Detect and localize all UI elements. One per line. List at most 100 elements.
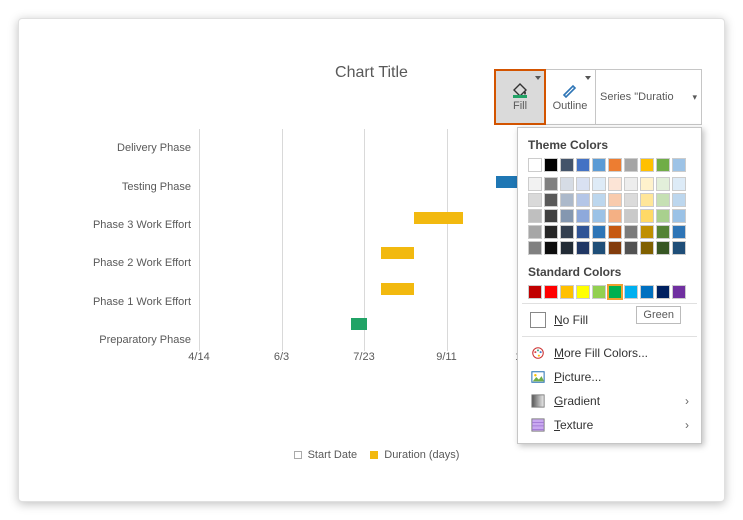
legend-swatch bbox=[370, 451, 378, 459]
fill-label: Fill bbox=[513, 100, 527, 112]
color-swatch[interactable] bbox=[624, 158, 638, 172]
color-swatch[interactable] bbox=[544, 158, 558, 172]
color-swatch[interactable] bbox=[560, 241, 574, 255]
color-swatch[interactable] bbox=[640, 177, 654, 191]
bar-phase1[interactable] bbox=[381, 283, 414, 295]
color-swatch[interactable] bbox=[544, 285, 558, 299]
color-swatch[interactable] bbox=[640, 158, 654, 172]
color-swatch[interactable] bbox=[672, 177, 686, 191]
legend-swatch bbox=[294, 451, 302, 459]
color-swatch[interactable] bbox=[528, 241, 542, 255]
color-swatch[interactable] bbox=[528, 193, 542, 207]
bar-phase3[interactable] bbox=[414, 212, 464, 224]
y-label: Phase 3 Work Effort bbox=[79, 219, 199, 231]
color-swatch[interactable] bbox=[624, 209, 638, 223]
color-swatch[interactable] bbox=[672, 285, 686, 299]
color-swatch[interactable] bbox=[624, 193, 638, 207]
palette-icon bbox=[530, 345, 546, 361]
chevron-right-icon: › bbox=[685, 394, 689, 408]
color-swatch[interactable] bbox=[592, 225, 606, 239]
color-swatch[interactable] bbox=[528, 177, 542, 191]
color-swatch[interactable] bbox=[656, 285, 670, 299]
outline-button[interactable]: Outline bbox=[545, 70, 595, 124]
color-swatch[interactable] bbox=[640, 209, 654, 223]
color-swatch[interactable] bbox=[640, 241, 654, 255]
legend[interactable]: Start Date Duration (days) bbox=[19, 449, 724, 461]
color-swatch[interactable] bbox=[576, 158, 590, 172]
color-swatch[interactable] bbox=[592, 241, 606, 255]
color-swatch[interactable] bbox=[592, 193, 606, 207]
color-swatch[interactable] bbox=[576, 209, 590, 223]
color-swatch[interactable] bbox=[560, 193, 574, 207]
gradient-item[interactable]: Gradient › bbox=[528, 389, 691, 413]
color-swatch[interactable] bbox=[672, 225, 686, 239]
color-swatch[interactable] bbox=[576, 285, 590, 299]
color-swatch[interactable] bbox=[656, 193, 670, 207]
color-swatch[interactable] bbox=[640, 285, 654, 299]
outline-label: Outline bbox=[553, 100, 588, 112]
color-swatch[interactable] bbox=[624, 241, 638, 255]
color-swatch[interactable] bbox=[608, 158, 622, 172]
color-swatch[interactable] bbox=[560, 209, 574, 223]
y-axis-labels: Delivery Phase Testing Phase Phase 3 Wor… bbox=[99, 129, 199, 369]
color-swatch[interactable] bbox=[528, 158, 542, 172]
color-swatch[interactable] bbox=[528, 225, 542, 239]
more-fill-colors-item[interactable]: More Fill Colors... bbox=[528, 341, 691, 365]
color-swatch[interactable] bbox=[544, 225, 558, 239]
picture-icon bbox=[530, 369, 546, 385]
y-label: Phase 2 Work Effort bbox=[79, 257, 199, 269]
color-swatch[interactable] bbox=[624, 177, 638, 191]
color-swatch[interactable] bbox=[608, 285, 622, 299]
color-swatch[interactable] bbox=[624, 285, 638, 299]
series-selector-text: Series "Duratio bbox=[600, 91, 674, 103]
color-swatch[interactable] bbox=[560, 225, 574, 239]
color-swatch[interactable] bbox=[592, 177, 606, 191]
color-swatch[interactable] bbox=[672, 209, 686, 223]
theme-shades bbox=[528, 177, 691, 255]
color-swatch[interactable] bbox=[592, 209, 606, 223]
color-swatch[interactable] bbox=[528, 209, 542, 223]
color-swatch[interactable] bbox=[592, 158, 606, 172]
color-swatch[interactable] bbox=[528, 285, 542, 299]
color-swatch[interactable] bbox=[672, 158, 686, 172]
color-swatch[interactable] bbox=[544, 209, 558, 223]
color-swatch[interactable] bbox=[624, 225, 638, 239]
color-swatch[interactable] bbox=[560, 177, 574, 191]
x-label: 7/23 bbox=[353, 351, 374, 363]
color-swatch[interactable] bbox=[656, 209, 670, 223]
bar-phase2[interactable] bbox=[381, 247, 414, 259]
color-swatch[interactable] bbox=[576, 193, 590, 207]
color-swatch[interactable] bbox=[608, 225, 622, 239]
x-axis: 4/14 6/3 7/23 9/11 10/31 bbox=[199, 351, 529, 369]
fill-button[interactable]: Fill bbox=[495, 70, 545, 124]
bar-prep[interactable] bbox=[351, 318, 368, 330]
color-swatch[interactable] bbox=[672, 193, 686, 207]
color-swatch[interactable] bbox=[608, 193, 622, 207]
color-swatch[interactable] bbox=[576, 177, 590, 191]
color-swatch[interactable] bbox=[592, 285, 606, 299]
color-swatch[interactable] bbox=[544, 193, 558, 207]
color-swatch[interactable] bbox=[560, 158, 574, 172]
color-swatch[interactable] bbox=[544, 177, 558, 191]
color-swatch[interactable] bbox=[560, 285, 574, 299]
standard-color-row bbox=[528, 285, 691, 299]
color-swatch[interactable] bbox=[640, 225, 654, 239]
color-swatch[interactable] bbox=[640, 193, 654, 207]
plot-area: Delivery Phase Testing Phase Phase 3 Wor… bbox=[99, 129, 529, 369]
picture-item[interactable]: Picture... bbox=[528, 365, 691, 389]
color-swatch[interactable] bbox=[608, 241, 622, 255]
texture-item[interactable]: Texture › bbox=[528, 413, 691, 437]
color-swatch[interactable] bbox=[608, 209, 622, 223]
color-swatch[interactable] bbox=[576, 225, 590, 239]
color-swatch[interactable] bbox=[576, 241, 590, 255]
color-swatch[interactable] bbox=[656, 177, 670, 191]
bars-region[interactable] bbox=[199, 129, 529, 351]
color-swatch[interactable] bbox=[656, 225, 670, 239]
color-swatch[interactable] bbox=[544, 241, 558, 255]
series-selector[interactable]: Series "Duratio ▾ bbox=[595, 70, 701, 124]
color-swatch[interactable] bbox=[608, 177, 622, 191]
color-swatch[interactable] bbox=[656, 241, 670, 255]
color-swatch[interactable] bbox=[672, 241, 686, 255]
color-swatch[interactable] bbox=[656, 158, 670, 172]
chevron-down-icon: ▾ bbox=[692, 92, 697, 103]
